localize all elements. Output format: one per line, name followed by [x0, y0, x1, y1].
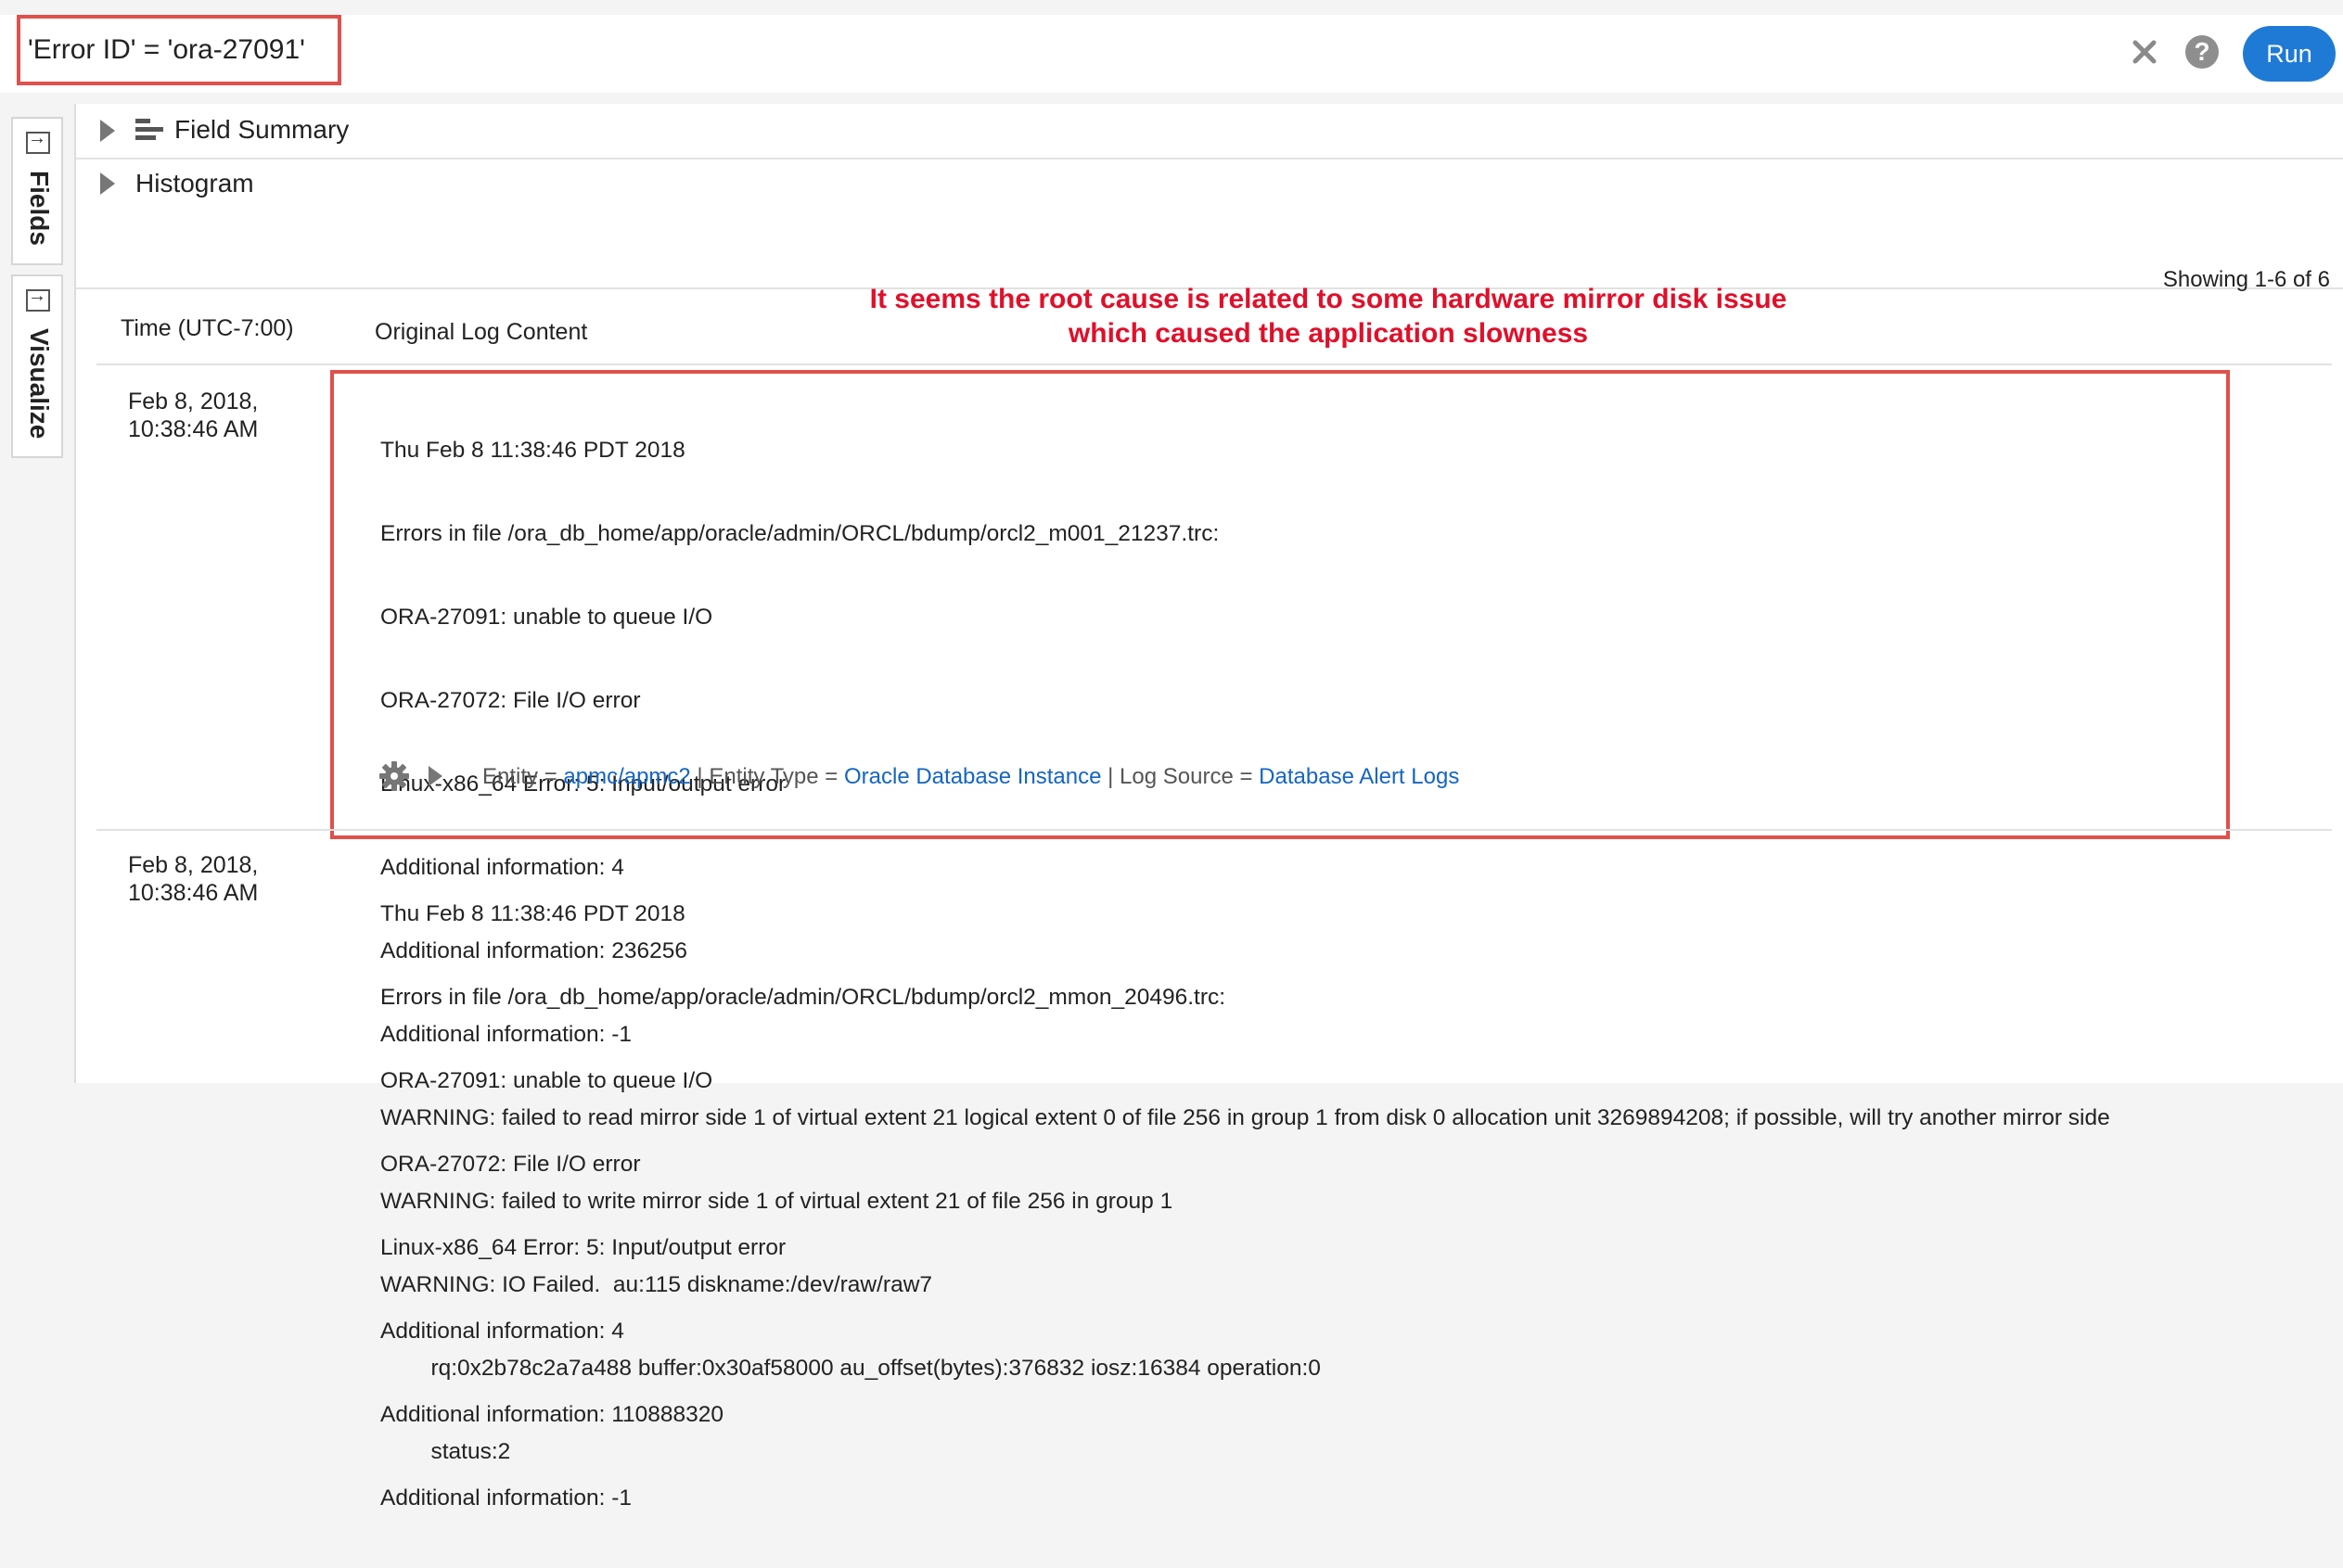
visualize-tab-label: Visualize: [25, 328, 54, 440]
summary-icon: [135, 119, 163, 143]
histogram-section[interactable]: Histogram: [76, 158, 2343, 289]
row-time: Feb 8, 2018, 10:38:46 AM: [128, 388, 258, 443]
log-line: Thu Feb 8 11:38:46 PDT 2018: [380, 901, 685, 926]
clear-icon[interactable]: [2130, 37, 2159, 67]
entity-label: Entity =: [482, 764, 564, 789]
log-line: ORA-27072: File I/O error: [380, 1152, 641, 1177]
row-divider: [96, 829, 2332, 831]
log-content: Thu Feb 8 11:38:46 PDT 2018 Errors in fi…: [380, 845, 1225, 1568]
log-line: Thu Feb 8 11:38:46 PDT 2018: [380, 438, 685, 463]
caret-right-icon[interactable]: [100, 120, 115, 142]
log-line: Errors in file /ora_db_home/app/oracle/a…: [380, 985, 1226, 1010]
expand-row-icon[interactable]: [429, 766, 442, 786]
log-line: ORA-27091: unable to queue I/O: [380, 1068, 713, 1093]
log-line: ORA-27072: File I/O error: [380, 688, 641, 713]
help-icon[interactable]: ?: [2185, 35, 2219, 69]
log-line: Additional information: -1: [380, 1485, 633, 1511]
meta-text: Entity = apmc/apmc2 | Entity Type = Orac…: [482, 764, 1459, 790]
entity-type-label: | Entity Type =: [690, 764, 844, 789]
log-source-link[interactable]: Database Alert Logs: [1259, 764, 1459, 789]
annotation-line: which caused the application slowness: [1068, 318, 1589, 349]
field-summary-title: Field Summary: [174, 115, 350, 144]
row-time: Feb 8, 2018, 10:38:46 AM: [128, 851, 258, 907]
caret-right-icon[interactable]: [100, 172, 115, 195]
entity-type-link[interactable]: Oracle Database Instance: [844, 764, 1102, 789]
query-input[interactable]: 'Error ID' = 'ora-27091': [17, 15, 341, 85]
log-line: ORA-27091: unable to queue I/O: [380, 605, 713, 630]
time-column-header[interactable]: Time (UTC-7:00): [121, 315, 294, 342]
log-line: Errors in file /ora_db_home/app/oracle/a…: [380, 521, 1220, 546]
run-button[interactable]: Run: [2243, 26, 2336, 82]
log-line: Additional information: 4: [380, 1319, 624, 1344]
row-clock: 10:38:46 AM: [128, 416, 259, 442]
row-date: Feb 8, 2018,: [128, 852, 259, 878]
gear-icon[interactable]: [378, 760, 410, 792]
results-count: Showing 1-6 of 6: [2162, 267, 2330, 292]
log-source-label: | Log Source =: [1101, 764, 1260, 789]
annotation-note: It seems the root cause is related to so…: [716, 282, 1940, 351]
expand-panel-icon: [26, 286, 50, 312]
field-summary-section[interactable]: Field Summary: [76, 104, 2343, 159]
main-panel: Field Summary Histogram Showing 1-6 of 6…: [74, 104, 2343, 1511]
log-line: Linux-x86_64 Error: 5: Input/output erro…: [380, 1235, 787, 1260]
expand-panel-icon: [26, 128, 50, 154]
row-divider: [96, 363, 2332, 365]
fields-tab-label: Fields: [25, 171, 54, 246]
histogram-title: Histogram: [135, 169, 254, 198]
fields-tab[interactable]: Fields: [11, 117, 63, 265]
row-date: Feb 8, 2018,: [128, 389, 259, 414]
row-clock: 10:38:46 AM: [128, 880, 259, 906]
annotation-line: It seems the root cause is related to so…: [869, 284, 1787, 314]
content-column-header[interactable]: Original Log Content: [375, 319, 587, 346]
query-bar: 'Error ID' = 'ora-27091' ? Run: [0, 15, 2343, 93]
visualize-tab[interactable]: Visualize: [11, 274, 63, 458]
entity-link[interactable]: apmc/apmc2: [563, 764, 690, 789]
log-line: Additional information: 110888320: [380, 1402, 724, 1427]
